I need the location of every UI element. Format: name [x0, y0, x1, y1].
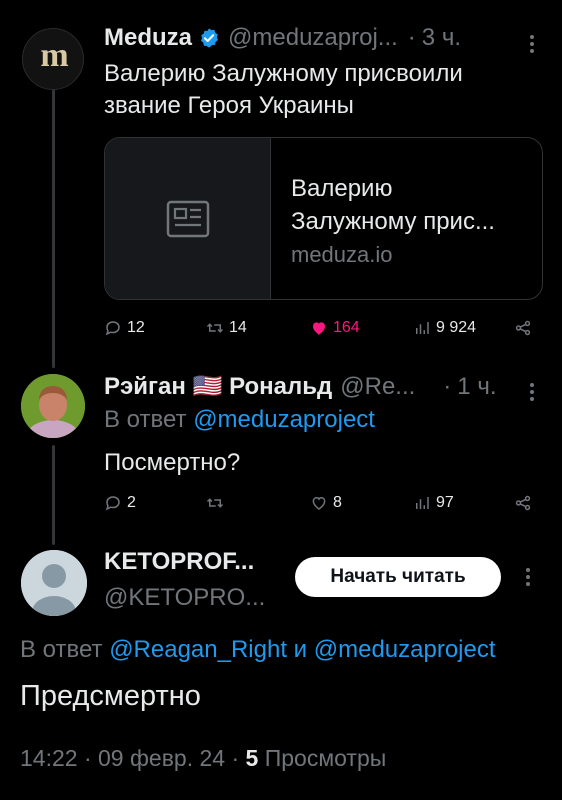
- views-count: 5: [245, 745, 259, 771]
- follow-button[interactable]: Начать читать: [295, 557, 501, 597]
- reply-button[interactable]: 12: [104, 319, 145, 337]
- like-button[interactable]: 8: [310, 494, 342, 512]
- avatar[interactable]: [21, 374, 85, 438]
- views-button[interactable]: 97: [413, 494, 454, 512]
- tweet-header: Meduza @meduzaproj... · 3 ч.: [104, 24, 461, 52]
- thread-connector: [52, 445, 55, 545]
- article-icon: [166, 200, 209, 237]
- person-photo-icon: [21, 374, 85, 438]
- views-bar-icon: [416, 497, 429, 509]
- card-thumbnail: [105, 138, 271, 299]
- more-options-icon[interactable]: [523, 565, 533, 589]
- mention-link[interactable]: @meduzaproject: [314, 636, 496, 663]
- mention-link[interactable]: @meduzaproject: [193, 406, 375, 433]
- timestamp[interactable]: 3 ч.: [422, 24, 461, 52]
- views-label[interactable]: Просмотры: [265, 745, 387, 771]
- views-button[interactable]: 9 924: [413, 319, 476, 337]
- more-options-icon[interactable]: [527, 380, 537, 404]
- tweet-metadata: 14:22 · 09 февр. 24 · 5 Просмотры: [20, 745, 387, 771]
- thread-connector: [52, 88, 55, 368]
- share-icon: [515, 320, 531, 336]
- us-flag-icon: 🇺🇸: [192, 373, 223, 400]
- reply-icon: [105, 321, 120, 336]
- mention-link[interactable]: @Reagan_Right: [109, 636, 287, 663]
- more-options-icon[interactable]: [527, 32, 537, 56]
- retweet-button[interactable]: 14: [206, 319, 247, 337]
- tweet-header: @KETOPRO...: [104, 584, 265, 612]
- avatar[interactable]: m: [22, 28, 84, 90]
- timestamp[interactable]: 1 ч.: [457, 373, 496, 401]
- display-name[interactable]: KETOPROF...: [104, 548, 254, 576]
- reply-context: В ответ @Reagan_Right и @meduzaproject: [20, 636, 496, 663]
- card-title: Валерию Залужному прис...: [291, 175, 495, 235]
- card-domain: meduza.io: [291, 242, 393, 267]
- card-body: Валерию Залужному прис... meduza.io: [271, 138, 542, 299]
- retweet-button[interactable]: [206, 494, 229, 512]
- verified-badge-icon: [201, 28, 218, 48]
- tweet-header: Рэйган 🇺🇸 Рональд @Re... · 1 ч.: [104, 372, 497, 401]
- default-profile-icon: [21, 550, 87, 616]
- link-preview-card[interactable]: Валерию Залужному прис... meduza.io: [104, 137, 543, 300]
- reply-context: В ответ @meduzaproject: [104, 406, 375, 433]
- retweet-icon: [206, 323, 224, 333]
- tweet-text: Предсмертно: [20, 680, 201, 712]
- heart-outline-icon: [312, 496, 326, 510]
- user-handle[interactable]: @meduzaproj...: [228, 24, 398, 52]
- like-button[interactable]: 164: [310, 319, 360, 337]
- reply-button[interactable]: 2: [104, 494, 136, 512]
- date[interactable]: 09 февр. 24: [98, 745, 225, 771]
- meduza-logo-icon: m: [40, 37, 68, 74]
- user-handle[interactable]: @Re...: [340, 373, 415, 401]
- tweet-header: KETOPROF...: [104, 548, 254, 576]
- display-name[interactable]: Рэйган 🇺🇸 Рональд: [104, 372, 332, 401]
- user-handle[interactable]: @KETOPRO...: [104, 584, 265, 612]
- views-bar-icon: [416, 322, 429, 334]
- timestamp[interactable]: 14:22: [20, 745, 78, 771]
- share-button[interactable]: [514, 494, 532, 512]
- display-name[interactable]: Meduza: [104, 24, 192, 52]
- tweet-text: Посмертно?: [104, 449, 241, 476]
- heart-filled-icon: [313, 322, 325, 335]
- share-button[interactable]: [514, 319, 532, 337]
- tweet-text: Валерию Залужному присвоили звание Героя…: [104, 60, 463, 119]
- retweet-icon: [206, 498, 224, 508]
- reply-icon: [105, 496, 120, 511]
- share-icon: [515, 495, 531, 511]
- avatar[interactable]: [21, 550, 87, 616]
